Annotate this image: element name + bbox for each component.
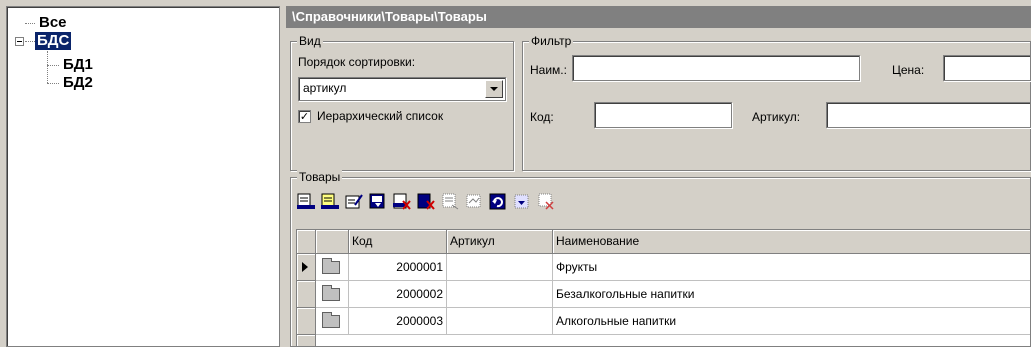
table-row-icon-cell[interactable] <box>316 254 349 281</box>
row-indicator[interactable] <box>297 281 316 308</box>
tree-connector <box>47 51 48 83</box>
column-header-name[interactable]: Наименование <box>553 230 1030 254</box>
table-cell-code[interactable]: 2000001 <box>349 254 447 281</box>
table-cell-article[interactable] <box>447 254 553 281</box>
filter-group-label: Фильтр <box>529 34 574 48</box>
copy-icon[interactable] <box>368 193 388 211</box>
table-row-icon-cell[interactable] <box>316 281 349 308</box>
view-group-label: Вид <box>297 34 323 48</box>
delete-icon[interactable] <box>392 193 412 211</box>
sort-order-select[interactable]: артикул <box>298 77 506 101</box>
row-indicator[interactable] <box>297 254 316 281</box>
tree-connector <box>25 41 35 42</box>
clear-filter-icon[interactable] <box>536 193 556 211</box>
article-filter-label: Артикул: <box>752 110 801 124</box>
article-filter-input[interactable] <box>826 102 1031 128</box>
hierarchical-label: Иерархический список <box>317 109 444 123</box>
collapse-icon[interactable] <box>15 37 24 46</box>
table-cell-name[interactable]: Безалкогольные напитки <box>553 281 1030 308</box>
table-cell-article[interactable] <box>447 308 553 335</box>
table-cell-article[interactable] <box>447 281 553 308</box>
page-title: \Справочники\Товары\Товары <box>286 6 1031 28</box>
icon-header <box>316 230 349 254</box>
move-icon[interactable] <box>440 193 460 211</box>
tree-node-bd2[interactable]: БД2 <box>61 74 95 92</box>
goods-table[interactable]: Код Артикул Наименование 2000001 Фрукты … <box>296 229 1031 347</box>
edit-icon[interactable] <box>344 193 364 211</box>
delete-group-icon[interactable] <box>416 193 436 211</box>
tree-node-bds[interactable]: БДС <box>35 32 72 50</box>
tree-node-all[interactable]: Все <box>37 14 69 32</box>
table-row-icon-cell[interactable] <box>316 308 349 335</box>
goods-group-label: Товары <box>297 170 343 184</box>
table-cell-code[interactable]: 2000003 <box>349 308 447 335</box>
tree-connector <box>47 65 59 66</box>
current-row-icon <box>302 262 308 272</box>
tree-node-bd1[interactable]: БД1 <box>61 56 95 74</box>
chevron-down-icon[interactable] <box>485 80 503 98</box>
refresh-icon[interactable] <box>488 193 508 211</box>
indicator-header <box>297 230 316 254</box>
table-cell-name[interactable]: Алкогольные напитки <box>553 308 1030 335</box>
add-item-icon[interactable] <box>296 193 316 211</box>
select-icon[interactable] <box>512 193 532 211</box>
price-filter-input[interactable] <box>943 55 1031 81</box>
hierarchical-checkbox[interactable]: ✓ <box>298 110 311 123</box>
folder-icon <box>322 312 340 328</box>
row-indicator[interactable] <box>297 308 316 335</box>
code-filter-label: Код: <box>530 110 554 124</box>
tree-connector <box>47 83 59 84</box>
row-indicator <box>297 335 316 346</box>
price-filter-label: Цена: <box>892 63 925 77</box>
sort-order-value: артикул <box>303 81 347 95</box>
add-group-icon[interactable] <box>320 193 340 211</box>
name-filter-label: Наим.: <box>530 63 567 77</box>
column-header-article[interactable]: Артикул <box>447 230 553 254</box>
column-header-code[interactable]: Код <box>349 230 447 254</box>
move-group-icon[interactable] <box>464 193 484 211</box>
table-cell-name[interactable]: Фрукты <box>553 254 1030 281</box>
main-panel: \Справочники\Товары\Товары Вид Порядок с… <box>286 6 1031 347</box>
tree-panel[interactable]: Все БДС БД1 БД2 <box>6 6 280 347</box>
code-filter-input[interactable] <box>594 102 732 128</box>
name-filter-input[interactable] <box>572 55 860 81</box>
tree-connector <box>25 23 35 24</box>
table-cell-code[interactable]: 2000002 <box>349 281 447 308</box>
folder-icon <box>322 258 340 274</box>
folder-icon <box>322 285 340 301</box>
sort-order-label: Порядок сортировки: <box>298 55 416 69</box>
